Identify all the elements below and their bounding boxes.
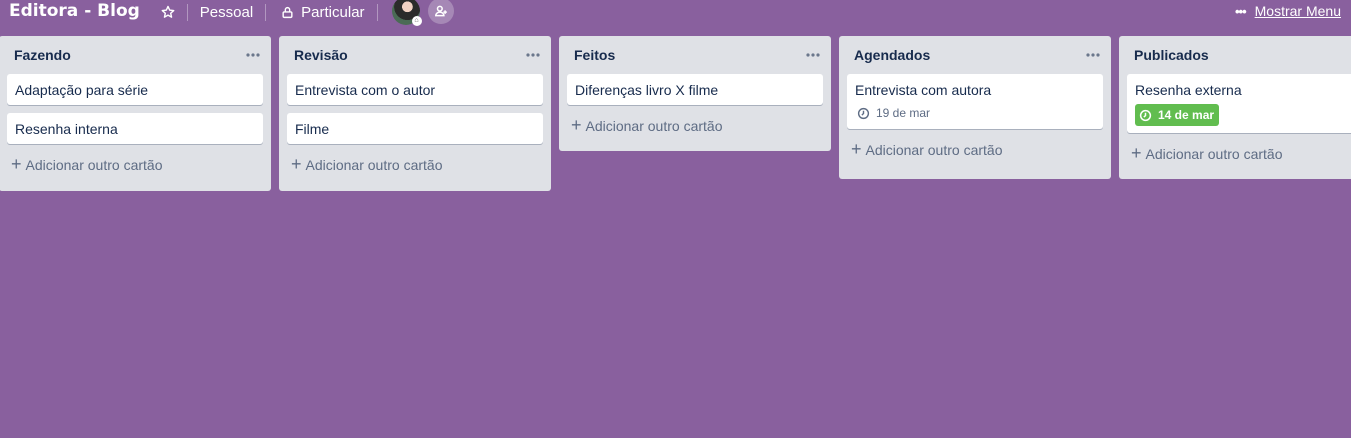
card[interactable]: Filme xyxy=(287,113,543,144)
star-icon[interactable] xyxy=(160,4,176,20)
plus-icon: + xyxy=(291,154,302,174)
team-label: Pessoal xyxy=(199,3,254,21)
add-member-icon xyxy=(434,4,448,18)
list-menu-icon[interactable] xyxy=(803,45,823,65)
list-feitos: Feitos Diferenças livro X filme + Adicio… xyxy=(559,36,831,151)
plus-icon: + xyxy=(11,154,22,174)
list-title[interactable]: Fazendo xyxy=(14,47,71,63)
card-list: Diferenças livro X filme xyxy=(559,74,831,105)
add-card-label: Adicionar outro cartão xyxy=(25,157,163,173)
list-title[interactable]: Agendados xyxy=(854,47,930,63)
card-title: Resenha interna xyxy=(15,121,118,137)
show-menu-label: Mostrar Menu xyxy=(1254,3,1341,19)
member-avatar[interactable]: ⌂ xyxy=(391,0,422,26)
card[interactable]: Adaptação para série xyxy=(7,74,263,105)
due-date-text: 19 de mar xyxy=(876,106,931,120)
card[interactable]: Entrevista com o autor xyxy=(287,74,543,105)
add-card-label: Adicionar outro cartão xyxy=(1145,146,1283,162)
visibility-button[interactable]: Particular xyxy=(279,3,365,21)
list-agendados: Agendados Entrevista com autora 19 de ma… xyxy=(839,36,1111,179)
header-divider xyxy=(376,3,378,21)
add-card-button[interactable]: + Adicionar outro cartão xyxy=(1119,141,1351,175)
due-date-text: 14 de mar xyxy=(1158,108,1215,122)
add-card-label: Adicionar outro cartão xyxy=(305,157,443,173)
list-title[interactable]: Feitos xyxy=(574,47,615,63)
list-header[interactable]: Agendados xyxy=(839,36,1111,74)
list-header[interactable]: Publicados xyxy=(1119,36,1351,74)
add-card-label: Adicionar outro cartão xyxy=(585,118,723,134)
card-badges: 14 de mar xyxy=(1135,104,1351,126)
visibility-label: Particular xyxy=(301,3,365,21)
board-header: Editora - Blog Pessoal Particular ⌂ ••• … xyxy=(0,0,1351,26)
invite-member-button[interactable] xyxy=(427,0,454,24)
more-dots-icon: ••• xyxy=(1234,3,1247,19)
due-date-badge[interactable]: 19 de mar xyxy=(855,104,932,122)
plus-icon: + xyxy=(851,139,862,159)
add-card-button[interactable]: + Adicionar outro cartão xyxy=(839,137,1111,171)
due-date-complete-badge[interactable]: 14 de mar xyxy=(1135,104,1220,126)
add-card-button[interactable]: + Adicionar outro cartão xyxy=(559,113,831,147)
card-title: Entrevista com autora xyxy=(855,82,992,98)
card[interactable]: Resenha externa 14 de mar xyxy=(1127,74,1351,133)
header-divider xyxy=(186,3,188,21)
list-header[interactable]: Feitos xyxy=(559,36,831,74)
list-header[interactable]: Fazendo xyxy=(0,36,271,74)
list-title[interactable]: Revisão xyxy=(294,47,348,63)
list-menu-icon[interactable] xyxy=(523,45,543,65)
card-title: Diferenças livro X filme xyxy=(575,82,719,98)
card[interactable]: Entrevista com autora 19 de mar xyxy=(847,74,1103,129)
card-title: Entrevista com o autor xyxy=(295,82,436,98)
card[interactable]: Resenha interna xyxy=(7,113,263,144)
board-title[interactable]: Editora - Blog xyxy=(9,1,140,21)
clock-icon xyxy=(857,107,870,120)
card[interactable]: Diferenças livro X filme xyxy=(567,74,823,105)
card-list: Adaptação para série Resenha interna xyxy=(0,74,271,144)
show-menu-button[interactable]: ••• Mostrar Menu xyxy=(1235,3,1341,19)
add-card-button[interactable]: + Adicionar outro cartão xyxy=(279,152,551,186)
list-menu-icon[interactable] xyxy=(1083,45,1103,65)
card-list: Entrevista com autora 19 de mar xyxy=(839,74,1111,129)
card-list: Resenha externa 14 de mar xyxy=(1119,74,1351,133)
list-publicados: Publicados Resenha externa 14 de mar + A… xyxy=(1119,36,1351,179)
admin-badge-icon: ⌂ xyxy=(411,15,422,26)
card-badges: 19 de mar xyxy=(855,104,1095,122)
add-card-label: Adicionar outro cartão xyxy=(865,142,1003,158)
card-title: Adaptação para série xyxy=(15,82,149,98)
clock-icon xyxy=(1139,109,1152,122)
list-menu-icon[interactable] xyxy=(243,45,263,65)
team-button[interactable]: Pessoal xyxy=(200,4,253,21)
list-title[interactable]: Publicados xyxy=(1134,47,1209,63)
add-card-button[interactable]: + Adicionar outro cartão xyxy=(0,152,271,186)
plus-icon: + xyxy=(571,115,582,135)
list-fazendo: Fazendo Adaptação para série Resenha int… xyxy=(0,36,271,191)
card-list: Entrevista com o autor Filme xyxy=(279,74,551,144)
lock-icon xyxy=(279,4,295,20)
card-title: Resenha externa xyxy=(1135,82,1242,98)
header-divider xyxy=(265,3,267,21)
list-revisao: Revisão Entrevista com o autor Filme + A… xyxy=(279,36,551,191)
plus-icon: + xyxy=(1131,143,1142,163)
card-title: Filme xyxy=(295,121,330,137)
list-header[interactable]: Revisão xyxy=(279,36,551,74)
